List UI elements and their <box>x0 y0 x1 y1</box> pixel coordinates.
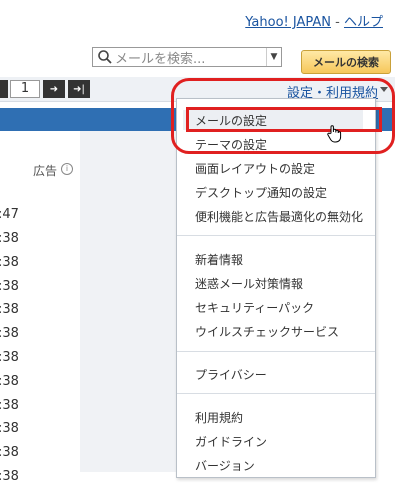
menu-item-guidelines[interactable]: ガイドライン <box>195 433 267 450</box>
time-cell: :38 <box>0 398 19 413</box>
time-cell: :38 <box>0 374 19 389</box>
menu-item-desktop-notify[interactable]: デスクトップ通知の設定 <box>195 184 327 201</box>
search-input[interactable]: メールを検索... ▼ <box>92 47 282 67</box>
last-page-icon[interactable]: ➜| <box>68 80 90 98</box>
menu-divider <box>177 351 375 352</box>
ad-label: 広告 <box>33 164 58 178</box>
time-cell: :38 <box>0 326 19 341</box>
menu-item-terms[interactable]: 利用規約 <box>195 409 243 426</box>
top-links-separator: - <box>335 15 340 30</box>
annotation-box <box>186 107 382 132</box>
menu-item-virus-check[interactable]: ウイルスチェックサービス <box>195 323 339 340</box>
search-icon <box>98 50 112 64</box>
mail-search-button[interactable]: メールの検索 <box>301 50 391 74</box>
info-icon[interactable]: i <box>61 163 73 175</box>
time-cell: :38 <box>0 421 19 436</box>
time-cell: :38 <box>0 350 19 365</box>
hand-cursor-icon <box>327 125 342 143</box>
menu-item-spam-info[interactable]: 迷惑メール対策情報 <box>195 275 303 292</box>
menu-item-privacy[interactable]: プライバシー <box>195 366 267 383</box>
top-links: Yahoo! JAPAN - ヘルプ <box>245 11 383 30</box>
time-cell: :38 <box>0 255 19 270</box>
menu-item-security-pack[interactable]: セキュリティーパック <box>195 299 314 316</box>
time-cell: :38 <box>0 469 19 484</box>
chevron-down-icon[interactable]: ▼ <box>266 48 281 66</box>
menu-item-news[interactable]: 新着情報 <box>195 251 243 268</box>
time-cell: :38 <box>0 279 19 294</box>
search-placeholder: メールを検索... <box>115 51 206 67</box>
next-page-icon[interactable]: ➜ <box>43 80 65 98</box>
time-cell: :38 <box>0 231 19 246</box>
menu-item-disable-ads[interactable]: 便利機能と広告最適化の無効化 <box>195 208 363 225</box>
time-cell: :38 <box>0 302 19 317</box>
settings-dropdown-menu: メールの設定 テーマの設定 画面レイアウトの設定 デスクトップ通知の設定 便利機… <box>176 98 376 478</box>
page-number-input[interactable]: 1 <box>10 80 40 98</box>
menu-divider <box>177 393 375 394</box>
time-cell: :47 <box>0 207 19 222</box>
side-panel <box>80 131 176 472</box>
menu-divider <box>177 235 375 236</box>
help-link[interactable]: ヘルプ <box>344 15 383 30</box>
menu-item-version[interactable]: バージョン <box>195 457 255 474</box>
time-cell: :38 <box>0 445 19 460</box>
pager-prev-button[interactable] <box>0 80 8 98</box>
yahoo-japan-link[interactable]: Yahoo! JAPAN <box>245 15 331 30</box>
menu-item-layout-settings[interactable]: 画面レイアウトの設定 <box>195 160 315 177</box>
